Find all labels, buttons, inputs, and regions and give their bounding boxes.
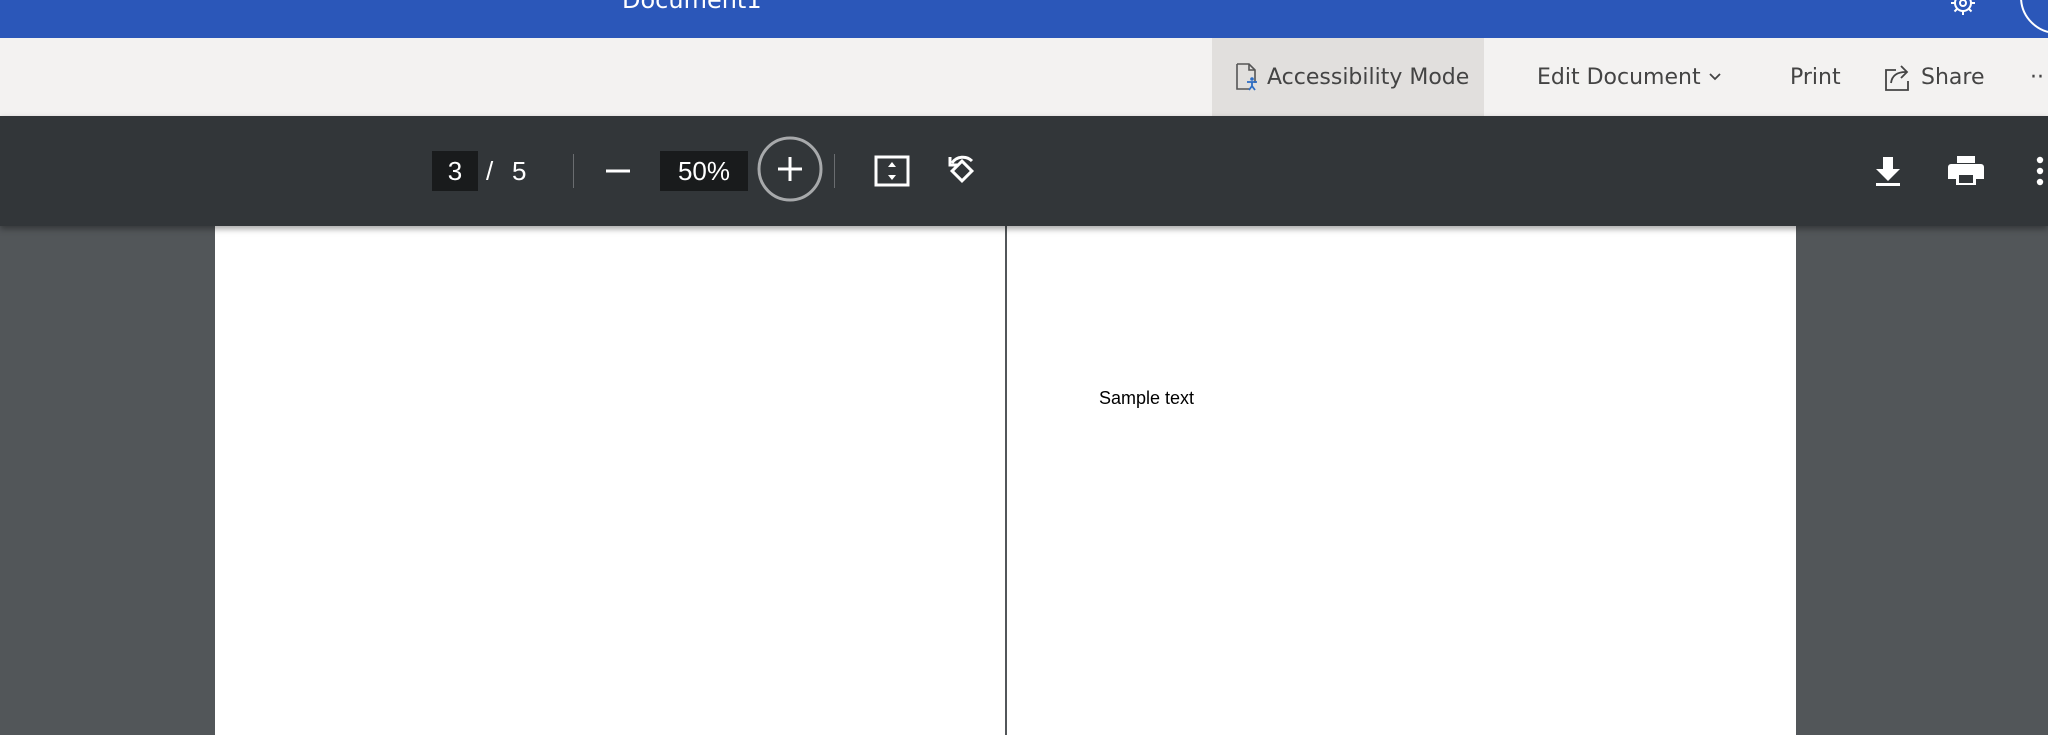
print-label: Print bbox=[1790, 64, 1841, 90]
pdf-page-right: Sample text bbox=[1007, 226, 1796, 735]
toolbar-divider bbox=[834, 154, 835, 188]
pdf-toolbar: 3 / 5 50% bbox=[0, 116, 2048, 226]
share-icon bbox=[1883, 62, 1913, 92]
share-label: Share bbox=[1921, 64, 1985, 90]
more-vertical-icon[interactable] bbox=[2032, 150, 2048, 192]
current-page-value: 3 bbox=[447, 155, 463, 186]
page-number-input[interactable]: 3 bbox=[432, 151, 478, 191]
pdf-page-left bbox=[215, 226, 1005, 735]
zoom-value: 50% bbox=[677, 155, 731, 186]
fit-to-page-icon[interactable] bbox=[872, 151, 912, 191]
download-icon[interactable] bbox=[1868, 150, 1908, 192]
accessibility-document-icon bbox=[1235, 63, 1259, 91]
more-options-button[interactable]: ·· bbox=[2030, 38, 2044, 116]
plus-icon[interactable] bbox=[757, 136, 823, 202]
chevron-down-icon bbox=[1708, 73, 1721, 81]
print-button[interactable]: Print bbox=[1790, 38, 1841, 116]
edit-document-label: Edit Document bbox=[1537, 64, 1701, 90]
toolbar-divider bbox=[573, 154, 574, 188]
printer-icon[interactable] bbox=[1944, 150, 1988, 192]
accessibility-mode-button[interactable]: Accessibility Mode bbox=[1212, 38, 1484, 116]
document-title: Document1 bbox=[622, 0, 762, 14]
total-pages: 5 bbox=[512, 156, 527, 186]
more-options-label: ·· bbox=[2030, 64, 2044, 90]
page-separator: / bbox=[486, 156, 494, 186]
ribbon-bar: Accessibility Mode Edit Document Print S… bbox=[0, 38, 2048, 116]
gear-icon[interactable] bbox=[1950, 0, 1976, 16]
account-avatar[interactable] bbox=[2020, 0, 2048, 34]
rotate-icon[interactable] bbox=[942, 151, 982, 191]
share-button[interactable]: Share bbox=[1883, 38, 1985, 116]
minus-icon[interactable] bbox=[598, 151, 638, 191]
accessibility-mode-label: Accessibility Mode bbox=[1267, 64, 1470, 90]
sample-text: Sample text bbox=[1099, 388, 1195, 408]
edit-document-button[interactable]: Edit Document bbox=[1537, 38, 1721, 116]
zoom-input[interactable]: 50% bbox=[660, 151, 748, 191]
title-bar: Document1 bbox=[0, 0, 2048, 38]
pdf-viewer[interactable]: Sample text bbox=[0, 226, 2048, 735]
